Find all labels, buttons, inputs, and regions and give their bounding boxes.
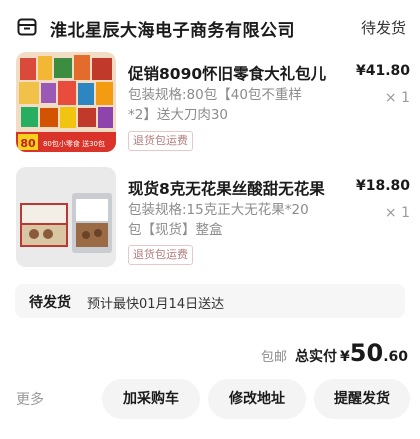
product-spec: 包装规格:15克正大无花果*20 包【现货】整盒 [128,200,328,240]
modify-address-button[interactable]: 修改地址 [208,379,306,419]
total-amount-integer: 50 [349,339,384,367]
spec-line: 包装规格:80包【40包不重样 [128,87,302,103]
order-total: 包邮 总实付 ¥50.60 [261,339,408,367]
thumb-caption: 80包小零食 送30包 [43,139,105,148]
total-paid-label: 总实付 [295,349,338,365]
product-thumbnail[interactable] [16,167,116,267]
order-status: 待发货 [360,19,406,37]
svg-text:80: 80 [20,137,36,150]
free-shipping-label: 包邮 [261,350,288,365]
store-icon [17,18,37,36]
shipping-label: 待发货 [29,295,71,311]
add-to-cart-button[interactable]: 加采购车 [102,379,200,419]
return-shipping-tag: 退货包运费 [128,245,193,265]
product-quantity: × 1 [384,90,410,106]
spec-line: 包装规格:15克正大无花果*20 [128,202,309,218]
more-link[interactable]: 更多 [16,389,44,409]
order-item[interactable]: 现货8克无花果丝酸甜无花果 ¥18.80 包装规格:15克正大无花果*20 包【… [0,167,420,277]
total-amount-decimal: .60 [383,349,408,365]
currency-symbol: ¥ [340,349,350,365]
store-name[interactable]: 淮北星辰大海电子商务有限公司 [50,16,295,41]
shipping-status-bar: 待发货 预计最快01月14日送达 [15,284,405,318]
product-price: ¥18.80 [355,178,410,194]
spec-line: *2】送大刀肉30 [128,107,229,123]
product-spec: 包装规格:80包【40包不重样 *2】送大刀肉30 [128,85,328,125]
spec-line: 包【现货】整盒 [128,222,223,238]
snack-pack-image: 80 80包小零食 送30包 [16,52,116,152]
order-item[interactable]: 80 80包小零食 送30包 促销8090怀旧零食大礼包儿 ¥41.80 包装规… [0,52,420,162]
product-title[interactable]: 促销8090怀旧零食大礼包儿 [128,62,326,84]
product-quantity: × 1 [384,205,410,221]
product-thumbnail[interactable]: 80 80包小零食 送30包 [16,52,116,152]
delivery-estimate: 预计最快01月14日送达 [87,297,225,312]
fig-box-image [16,167,116,267]
product-price: ¥41.80 [355,63,410,79]
remind-ship-button[interactable]: 提醒发货 [314,379,410,419]
product-title[interactable]: 现货8克无花果丝酸甜无花果 [128,177,325,199]
return-shipping-tag: 退货包运费 [128,131,193,151]
order-header: 淮北星辰大海电子商务有限公司 待发货 [0,0,420,52]
